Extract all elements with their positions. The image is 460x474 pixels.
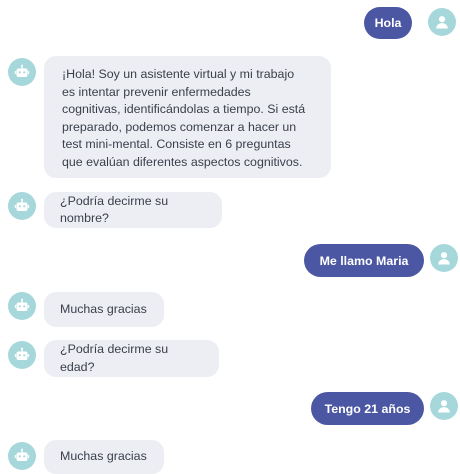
bot-message-bubble: ¿Podría decirme su edad? (44, 340, 219, 377)
user-avatar (430, 244, 458, 272)
user-icon (436, 16, 448, 29)
message-row-user: Hola (0, 6, 460, 40)
robot-icon (14, 64, 30, 77)
bot-message-bubble: Muchas gracias (44, 292, 164, 327)
bot-avatar (8, 292, 36, 320)
robot-icon (14, 198, 30, 211)
bot-message-bubble: ¡Hola! Soy un asistente virtual y mi tra… (44, 56, 331, 178)
bot-message-bubble: Muchas gracias (44, 440, 164, 474)
message-row-bot: Muchas gracias (0, 440, 460, 474)
bot-avatar (8, 58, 36, 86)
user-icon (438, 252, 450, 265)
robot-icon (14, 347, 30, 360)
user-icon (438, 400, 450, 413)
message-row-bot: ¿Podría decirme su edad? (0, 340, 460, 377)
user-avatar (430, 392, 458, 420)
bot-message-text: ¡Hola! Soy un asistente virtual y mi tra… (62, 67, 306, 169)
message-row-user: Tengo 21 años (0, 391, 460, 425)
user-message-bubble: Hola (364, 7, 412, 39)
bot-message-bubble: ¿Podría decirme su nombre? (44, 192, 222, 228)
user-avatar (428, 8, 456, 36)
user-message-bubble: Me llamo Maria (304, 244, 424, 277)
message-row-bot: ¿Podría decirme su nombre? (0, 192, 460, 228)
bot-avatar (8, 341, 36, 369)
bot-avatar (8, 442, 36, 470)
robot-icon (14, 298, 30, 311)
bot-avatar (8, 192, 36, 220)
message-row-bot: Muchas gracias (0, 292, 460, 327)
message-row-user: Me llamo Maria (0, 243, 460, 277)
chat-conversation: Hola ¡Hola! Soy un asistente virtual y m… (0, 0, 460, 474)
user-message-bubble: Tengo 21 años (311, 392, 424, 425)
robot-icon (14, 448, 30, 461)
message-row-bot: ¡Hola! Soy un asistente virtual y mi tra… (0, 56, 460, 178)
